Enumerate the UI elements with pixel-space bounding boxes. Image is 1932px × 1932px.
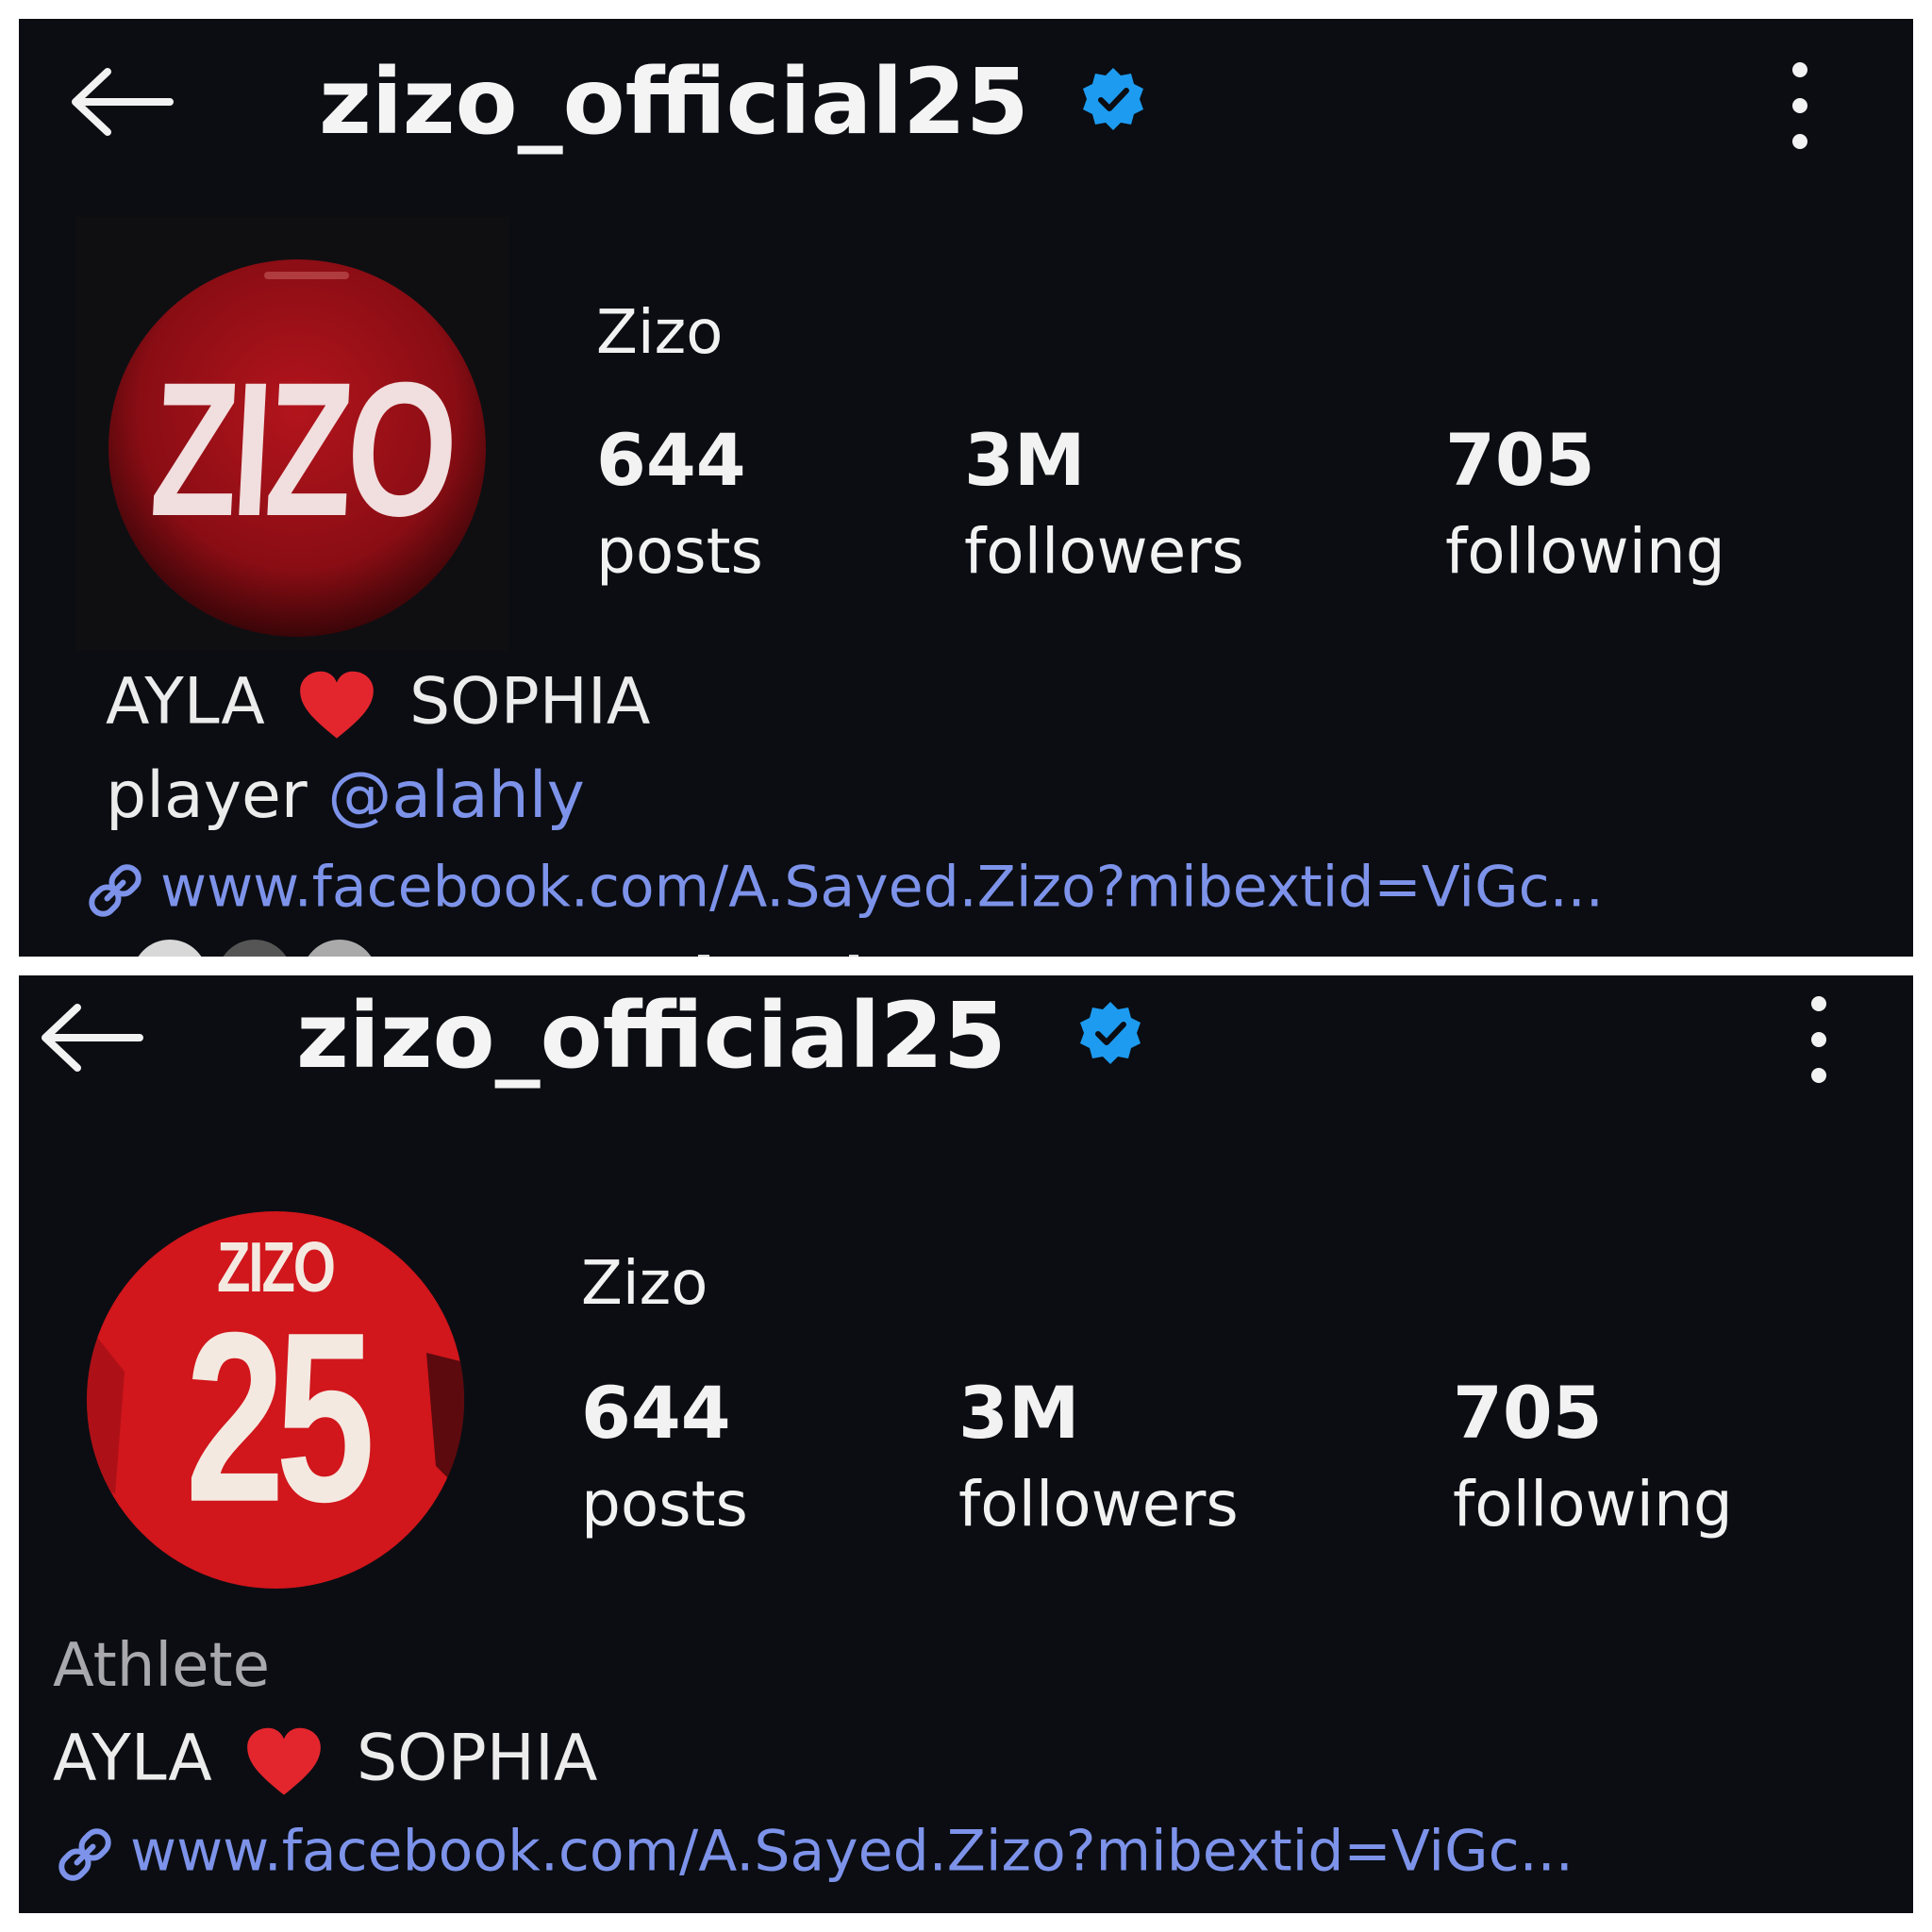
stat-posts[interactable]: 644 posts [596,425,763,583]
stat-following[interactable]: 705 following [1453,1377,1733,1536]
profile-screenshot-top: zizo_official25 ZIZO Zizo 644 posts 3M f… [19,19,1913,957]
followers-count: 3M [964,418,1086,502]
bio-name-right: SOPHIA [357,1721,598,1796]
external-link[interactable]: www.facebook.com/A.Sayed.Zizo?mibextid=V… [53,1823,1574,1887]
bio-name-right: SOPHIA [409,664,651,740]
bio-line: AYLA SOPHIA [53,1726,597,1798]
stat-followers[interactable]: 3M followers [964,425,1244,583]
verified-badge-icon [1083,68,1143,130]
external-link[interactable]: www.facebook.com/A.Sayed.Zizo?mibextid=V… [83,858,1604,923]
heart-icon [247,1727,322,1795]
username: zizo_official25 [319,49,1029,155]
account-category: Athlete [53,1631,270,1701]
external-link-text: www.facebook.com/A.Sayed.Zizo?mibextid=V… [160,854,1604,921]
posts-count: 644 [596,418,746,502]
posts-count: 644 [581,1371,731,1455]
posts-label: posts [596,515,763,588]
following-count: 705 [1453,1371,1603,1455]
followers-label: followers [958,1468,1239,1541]
followers-count: 3M [958,1371,1080,1455]
external-link-text: www.facebook.com/A.Sayed.Zizo?mibextid=V… [130,1818,1574,1885]
followers-label: followers [964,515,1244,588]
back-arrow-icon[interactable] [36,1000,149,1075]
avatar-number: 25 [185,1282,375,1554]
avatar-text: ZIZO [146,341,458,557]
username: zizo_official25 [296,983,1007,1089]
posts-label: posts [581,1468,748,1541]
stat-posts[interactable]: 644 posts [581,1377,748,1536]
display-name: Zizo [596,298,724,368]
following-label: following [1445,515,1725,588]
stat-followers[interactable]: 3M followers [958,1377,1239,1536]
bio-name-left: AYLA [106,664,265,740]
verified-badge-icon [1080,1002,1141,1064]
following-label: following [1453,1468,1733,1541]
more-options-icon[interactable] [1781,58,1819,153]
bio-line: AYLA SOPHIA [106,670,650,741]
more-options-icon[interactable] [1800,992,1838,1087]
mention-link[interactable]: @alahly [327,758,584,833]
heart-icon [300,671,375,739]
following-count: 705 [1445,418,1595,502]
bio-name-left: AYLA [53,1721,212,1796]
display-name: Zizo [581,1249,708,1319]
bio-role: player [106,758,308,833]
link-icon [58,1828,111,1881]
back-arrow-icon[interactable] [66,64,179,140]
stat-following[interactable]: 705 following [1445,425,1725,583]
link-icon [89,864,142,917]
profile-avatar[interactable]: ZIZO [75,217,509,651]
bio-line-2: player @alahly [106,764,585,828]
followed-by-avatars-partial [138,940,858,957]
profile-avatar[interactable]: ZIZO 25 [87,1211,464,1589]
profile-screenshot-bottom: zizo_official25 ZIZO 25 Zizo 644 posts 3… [19,975,1913,1913]
